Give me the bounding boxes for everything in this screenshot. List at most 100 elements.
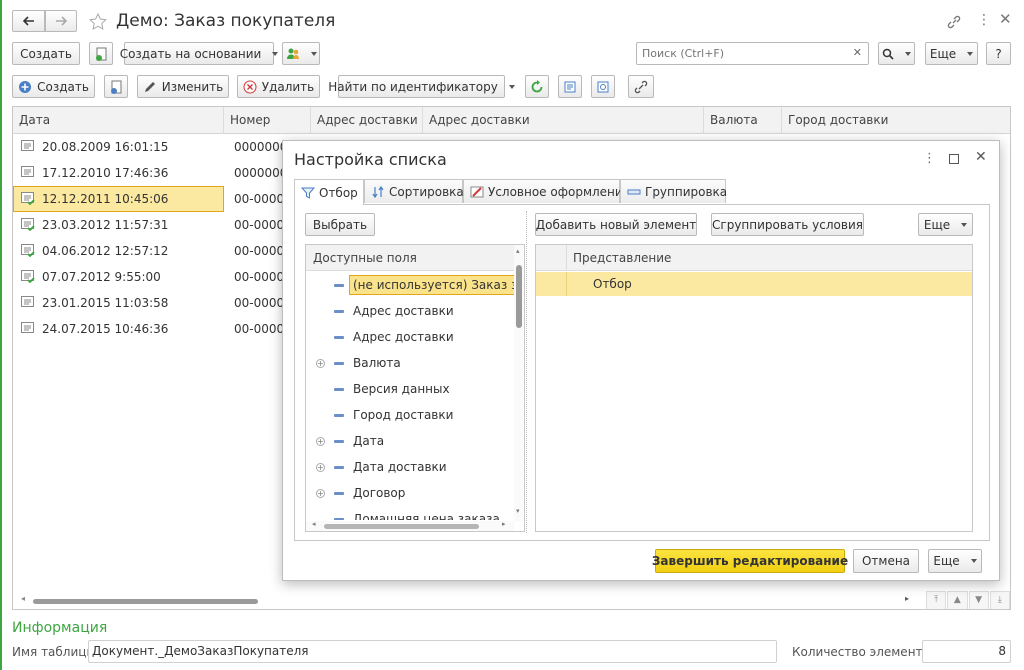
- users-button[interactable]: [282, 42, 320, 65]
- create-based-on-button[interactable]: Создать на основании: [120, 42, 274, 65]
- field-icon: [334, 362, 344, 365]
- table-row[interactable]: 23.03.2012 11:57:31 00-000000: [13, 212, 299, 238]
- copy-doc-button[interactable]: [89, 42, 113, 65]
- expand-icon[interactable]: +: [316, 462, 325, 472]
- delete-button[interactable]: Удалить: [237, 75, 320, 98]
- scroll-first-button[interactable]: ⤒: [926, 591, 947, 609]
- scroll-up-icon[interactable]: ▴: [516, 247, 520, 255]
- count-field: 8: [922, 640, 1011, 663]
- more-vertical-icon[interactable]: ⋮: [977, 12, 991, 28]
- scroll-right-icon[interactable]: ▸: [905, 594, 909, 603]
- filter-root-row[interactable]: Отбор: [536, 272, 972, 296]
- search-button[interactable]: [878, 42, 915, 65]
- link-icon[interactable]: [946, 14, 962, 30]
- more-dropdown-button[interactable]: Еще: [918, 213, 973, 236]
- expand-icon[interactable]: +: [316, 436, 325, 446]
- column-header-date[interactable]: Дата: [13, 107, 224, 134]
- tab-filter[interactable]: Отбор: [294, 179, 364, 205]
- available-field-item[interactable]: + Дата доставки: [306, 454, 514, 480]
- available-field-item[interactable]: + Валюта: [306, 350, 514, 376]
- scroll-up-button[interactable]: ▲: [947, 591, 968, 609]
- column-header-number[interactable]: Номер: [224, 107, 311, 134]
- maximize-icon[interactable]: [949, 154, 959, 164]
- list-settings-button[interactable]: [558, 75, 582, 98]
- forward-button[interactable]: [45, 10, 77, 32]
- help-button[interactable]: ?: [986, 42, 1011, 65]
- scroll-down-icon[interactable]: ▾: [516, 507, 520, 515]
- fields-scrollbar-thumb[interactable]: [516, 265, 522, 328]
- posted-document-icon: [21, 192, 35, 206]
- report-button[interactable]: [591, 75, 615, 98]
- available-field-item[interactable]: Домашняя цена заказа: [306, 506, 514, 520]
- table-row[interactable]: 12.12.2011 10:45:06 00-000000: [13, 186, 299, 212]
- available-field-item[interactable]: + Договор: [306, 480, 514, 506]
- arrow-left-icon: [21, 13, 37, 29]
- find-by-id-button[interactable]: Найти по идентификатору: [328, 75, 505, 98]
- more-button[interactable]: Еще: [925, 42, 978, 65]
- scroll-left-icon[interactable]: ◂: [21, 594, 25, 603]
- scroll-down-button[interactable]: ▼: [968, 591, 989, 609]
- available-field-item[interactable]: Версия данных: [306, 376, 514, 402]
- search-input[interactable]: ✕: [636, 42, 869, 65]
- fields-hscroll-thumb[interactable]: [324, 524, 479, 529]
- field-label: Город доставки: [353, 408, 454, 422]
- refresh-button[interactable]: [525, 75, 549, 98]
- list-settings-dialog: Настройка списка ⋮ ✕ Отбор Сортировка Ус…: [282, 140, 1000, 581]
- tab-conditional-format[interactable]: Условное оформление: [463, 179, 630, 203]
- table-row[interactable]: 24.07.2015 10:46:36 00-000000: [13, 316, 299, 342]
- posted-document-icon: [21, 218, 35, 232]
- available-field-item[interactable]: Город доставки: [306, 402, 514, 428]
- fields-horizontal-scrollbar[interactable]: ◂ ▸: [306, 520, 514, 531]
- document-icon: [21, 140, 35, 153]
- scrollbar-thumb[interactable]: [33, 599, 258, 604]
- column-header-currency[interactable]: Валюта: [704, 107, 782, 134]
- filter-conditions-list: Представление Отбор: [535, 244, 973, 532]
- table-row[interactable]: 07.07.2012 9:55:00 00-000000: [13, 264, 299, 290]
- column-header-address2[interactable]: Адрес доставки: [423, 107, 704, 134]
- more-bottom-button[interactable]: Еще: [928, 549, 982, 573]
- dialog-close-icon[interactable]: ✕: [975, 149, 987, 165]
- create-item-button[interactable]: Создать: [12, 75, 95, 98]
- expand-icon[interactable]: +: [316, 488, 325, 498]
- splitter[interactable]: [526, 211, 527, 533]
- field-icon: [334, 466, 344, 469]
- cancel-button[interactable]: Отмена: [853, 549, 919, 573]
- tab-sorting[interactable]: Сортировка: [364, 179, 464, 203]
- search-field[interactable]: [637, 43, 847, 64]
- close-icon[interactable]: ✕: [999, 10, 1012, 28]
- finish-editing-button[interactable]: Завершить редактирование: [652, 549, 848, 573]
- group-conditions-button[interactable]: Сгруппировать условия: [711, 213, 864, 236]
- fields-vertical-scrollbar[interactable]: ▴ ▾: [514, 245, 524, 521]
- edit-button[interactable]: Изменить: [137, 75, 229, 98]
- create-button[interactable]: Создать: [12, 42, 80, 65]
- horizontal-scrollbar[interactable]: ◂ ▸: [21, 594, 909, 605]
- attach-button[interactable]: [628, 75, 654, 98]
- copy-item-button[interactable]: [104, 75, 128, 98]
- hscroll-right-icon[interactable]: ▸: [502, 520, 506, 528]
- back-button[interactable]: [12, 10, 45, 32]
- field-label: Версия данных: [353, 382, 450, 396]
- dialog-title: Настройка списка: [294, 150, 447, 169]
- select-button[interactable]: Выбрать: [305, 213, 375, 236]
- table-name-label: Имя таблицы:: [12, 645, 100, 659]
- table-row[interactable]: 17.12.2010 17:46:36 000000000: [13, 160, 303, 186]
- representation-header: Представление: [573, 251, 672, 265]
- table-row[interactable]: 20.08.2009 16:01:15 000000000: [13, 134, 303, 160]
- hscroll-left-icon[interactable]: ◂: [312, 520, 316, 528]
- table-row[interactable]: 23.01.2015 11:03:58 00-000000: [13, 290, 299, 316]
- column-header-city[interactable]: Город доставки: [782, 107, 1010, 134]
- dialog-more-icon[interactable]: ⋮: [923, 151, 936, 166]
- expand-icon[interactable]: +: [316, 358, 325, 368]
- add-new-element-button[interactable]: Добавить новый элемент: [535, 213, 697, 236]
- clear-search-icon[interactable]: ✕: [853, 46, 862, 59]
- available-field-item[interactable]: Адрес доставки: [306, 298, 514, 324]
- favorite-star-icon[interactable]: [88, 12, 108, 32]
- available-field-item[interactable]: (не используется) Заказ зак...: [306, 272, 514, 298]
- column-header-address1[interactable]: Адрес доставки: [311, 107, 423, 134]
- scroll-last-button[interactable]: ⤓: [989, 591, 1010, 609]
- available-field-item[interactable]: Адрес доставки: [306, 324, 514, 350]
- available-field-item[interactable]: + Дата: [306, 428, 514, 454]
- report-icon: [595, 79, 611, 95]
- tab-grouping[interactable]: Группировка: [620, 179, 727, 203]
- table-row[interactable]: 04.06.2012 12:57:12 00-000000: [13, 238, 299, 264]
